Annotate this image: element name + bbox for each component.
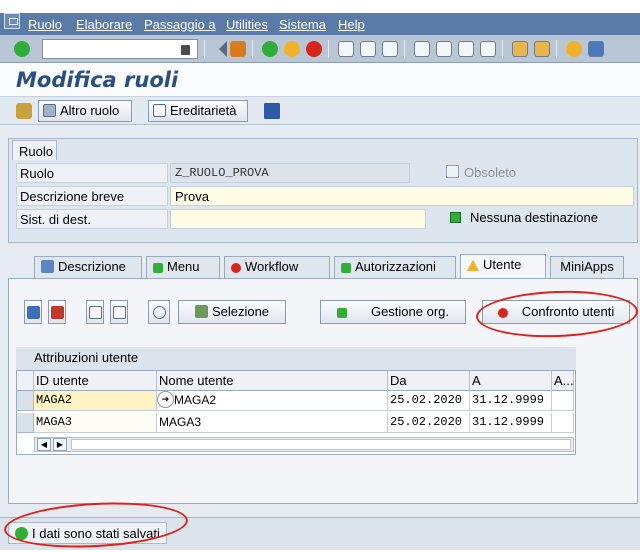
copy-icon bbox=[112, 306, 126, 319]
column-header-user-id[interactable]: ID utente bbox=[34, 371, 157, 391]
scrollbar-thumb[interactable] bbox=[71, 439, 571, 450]
menu-item-ruolo[interactable]: Ruolo bbox=[28, 17, 62, 32]
column-header-from[interactable]: Da bbox=[388, 371, 470, 391]
deselect-all-button[interactable] bbox=[48, 300, 66, 324]
user-warning-icon bbox=[467, 260, 479, 271]
tab-autorizzazioni[interactable]: Autorizzazioni bbox=[334, 256, 456, 278]
select-all-icon bbox=[26, 306, 40, 319]
short-description-field[interactable]: Prova bbox=[170, 186, 634, 206]
copy-button[interactable] bbox=[110, 300, 128, 324]
role-field: Z_RUOLO_PROVA bbox=[170, 163, 410, 183]
row-selector[interactable] bbox=[17, 413, 34, 433]
table-title: Attribuzioni utente bbox=[16, 347, 576, 371]
table-cell-to[interactable]: 31.12.9999 bbox=[470, 413, 552, 433]
history-icon[interactable] bbox=[181, 45, 190, 55]
no-destination-status-icon bbox=[450, 212, 461, 223]
system-menu-icon[interactable] bbox=[4, 13, 20, 29]
org-management-status-icon bbox=[336, 308, 347, 318]
collapse-arrow-icon[interactable] bbox=[212, 41, 227, 57]
print-icon[interactable] bbox=[338, 41, 354, 57]
new-session-icon[interactable] bbox=[512, 41, 528, 57]
scroll-right-icon[interactable]: ▶ bbox=[53, 438, 67, 451]
back-icon[interactable] bbox=[262, 41, 278, 57]
save-icon[interactable] bbox=[230, 41, 246, 57]
menu-bar: Ruolo Elaborare Passaggio a Utilities Si… bbox=[0, 13, 640, 35]
next-page-icon[interactable] bbox=[458, 41, 474, 57]
inheritance-button[interactable]: Ereditarietà bbox=[148, 100, 248, 122]
find-icon[interactable] bbox=[360, 41, 376, 57]
obsolete-checkbox[interactable] bbox=[446, 165, 459, 178]
selection-icon bbox=[194, 305, 208, 318]
column-header-extra[interactable]: A... bbox=[552, 371, 574, 391]
menu-item-passaggio[interactable]: Passaggio a bbox=[144, 17, 216, 32]
inheritance-icon bbox=[153, 104, 166, 117]
enter-check-icon[interactable] bbox=[14, 41, 30, 57]
link-button[interactable] bbox=[148, 300, 170, 324]
help-icon[interactable] bbox=[566, 41, 582, 57]
menu-item-help[interactable]: Help bbox=[338, 17, 365, 32]
display-change-icon[interactable] bbox=[16, 103, 32, 119]
select-all-button[interactable] bbox=[24, 300, 42, 324]
table-cell-user-id[interactable]: MAGA2 bbox=[34, 391, 157, 411]
short-description-label: Descrizione breve bbox=[16, 186, 168, 206]
exit-icon[interactable] bbox=[284, 41, 300, 57]
description-icon bbox=[41, 260, 54, 273]
table-cell-user-name: MAGA2 bbox=[157, 391, 388, 411]
cancel-icon[interactable] bbox=[306, 41, 322, 57]
tab-utente[interactable]: Utente bbox=[460, 254, 546, 279]
authorizations-status-icon bbox=[341, 263, 351, 273]
table-cell-extra bbox=[552, 391, 574, 411]
page-title: Modifica ruoli bbox=[16, 68, 179, 92]
menu-item-elaborare[interactable]: Elaborare bbox=[76, 17, 132, 32]
other-role-icon bbox=[43, 104, 56, 117]
standard-toolbar bbox=[0, 35, 640, 63]
tab-menu[interactable]: Menu bbox=[146, 256, 220, 278]
tab-workflow[interactable]: Workflow bbox=[224, 256, 330, 278]
deselect-all-icon bbox=[50, 306, 64, 319]
title-bar: Modifica ruoli bbox=[0, 63, 640, 97]
role-label: Ruolo bbox=[16, 163, 168, 183]
table-cell-from[interactable]: 25.02.2020 bbox=[388, 391, 470, 411]
previous-page-icon[interactable] bbox=[436, 41, 452, 57]
scroll-left-icon[interactable]: ◀ bbox=[37, 438, 51, 451]
workflow-status-icon bbox=[231, 263, 241, 273]
command-field[interactable] bbox=[42, 39, 198, 59]
menu-item-utilities[interactable]: Utilities bbox=[226, 17, 268, 32]
first-page-icon[interactable] bbox=[414, 41, 430, 57]
column-header-user-name[interactable]: Nome utente bbox=[157, 371, 388, 391]
details-icon bbox=[88, 306, 102, 319]
table-cell-extra bbox=[552, 413, 574, 433]
select-all-rows-cell[interactable] bbox=[17, 371, 34, 391]
obsolete-label: Obsoleto bbox=[464, 165, 517, 180]
row-selector[interactable] bbox=[17, 391, 34, 411]
table-cell-user-id[interactable]: MAGA3 bbox=[34, 413, 157, 433]
find-next-icon[interactable] bbox=[382, 41, 398, 57]
table-cell-user-name: MAGA3 bbox=[157, 413, 388, 433]
info-icon[interactable] bbox=[264, 103, 280, 119]
shortcut-icon[interactable] bbox=[534, 41, 550, 57]
last-page-icon[interactable] bbox=[480, 41, 496, 57]
column-header-to[interactable]: A bbox=[470, 371, 552, 391]
target-system-field[interactable] bbox=[170, 209, 426, 229]
application-toolbar: Altro ruolo Ereditarietà bbox=[0, 97, 640, 125]
table-cell-to[interactable]: 31.12.9999 bbox=[470, 391, 552, 411]
menu-item-sistema[interactable]: Sistema bbox=[279, 17, 326, 32]
horizontal-scrollbar[interactable]: ◀ ▶ bbox=[34, 437, 574, 452]
tab-miniapps[interactable]: MiniApps bbox=[550, 256, 624, 278]
menu-status-icon bbox=[153, 263, 163, 273]
org-management-button[interactable]: Gestione org. bbox=[320, 300, 466, 324]
details-button[interactable] bbox=[86, 300, 104, 324]
link-icon bbox=[152, 306, 166, 319]
role-group-tab: Ruolo bbox=[12, 140, 57, 160]
layout-menu-icon[interactable] bbox=[588, 41, 604, 57]
table-cell-from[interactable]: 25.02.2020 bbox=[388, 413, 470, 433]
target-system-label: Sist. di dest. bbox=[16, 209, 168, 229]
tab-descrizione[interactable]: Descrizione bbox=[34, 256, 142, 278]
other-role-button[interactable]: Altro ruolo bbox=[38, 100, 132, 122]
user-detail-icon[interactable]: ➜ bbox=[157, 391, 174, 408]
no-destination-text: Nessuna destinazione bbox=[470, 210, 598, 225]
selection-button[interactable]: Selezione bbox=[178, 300, 286, 324]
